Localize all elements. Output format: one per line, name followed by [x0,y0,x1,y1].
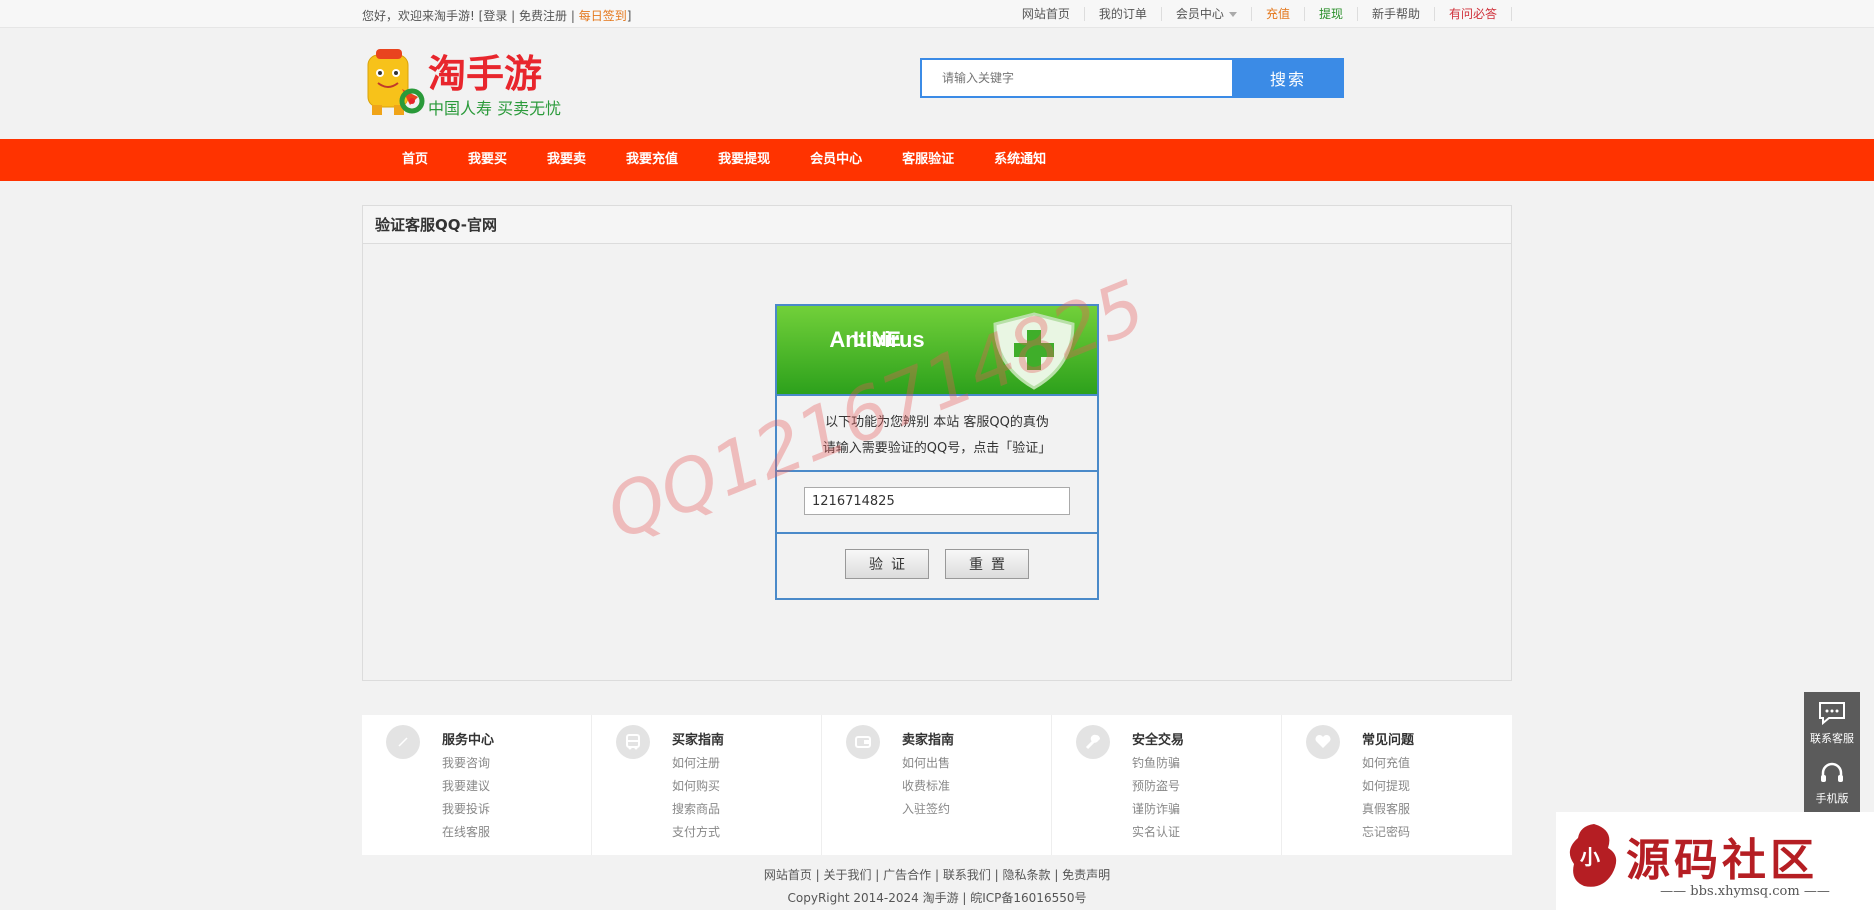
guide-column-service: 服务中心 我要咨询 我要建议 我要投诉 在线客服 [362,715,592,855]
guide-link[interactable]: 谨防诈骗 [1132,798,1180,821]
welcome-text: 您好，欢迎来淘手游! [登录 | 免费注册 | 每日签到] [362,9,632,23]
guide-link[interactable]: 我要投诉 [442,798,490,821]
welcome-message: 您好，欢迎来淘手游! [362,9,475,23]
search-input[interactable] [920,58,1232,98]
guide-link[interactable]: 收费标准 [902,775,950,798]
qq-input-row [777,472,1097,534]
nav-item-home[interactable]: 首页 [382,139,448,181]
banner-line2: Antivirus [829,327,925,352]
mobile-version-button[interactable]: 手机版 [1804,752,1860,812]
guide-title: 服务中心 [442,733,495,748]
top-link-home[interactable]: 网站首页 [1008,7,1085,21]
guide-title: 卖家指南 [902,733,955,748]
desc-line1: 以下功能为您辨别 本站 客服QQ的真伪 [825,415,1049,430]
guide-link[interactable]: 在线客服 [442,821,490,844]
mascot-icon [367,49,418,115]
top-link-orders[interactable]: 我的订单 [1085,7,1162,21]
seal-icon: 小 [1569,824,1617,887]
desc-line2: 请输入需要验证的QQ号，点击「验证」 [822,441,1052,456]
headset-icon [1821,762,1843,782]
nav-item-recharge[interactable]: 我要充值 [606,139,698,181]
wrench-icon [1076,725,1110,759]
guide-link[interactable]: 入驻签约 [902,798,950,821]
login-link[interactable]: 登录 [483,9,507,23]
contact-service-label: 联系客服 [1810,732,1854,745]
guide-link[interactable]: 如何购买 [672,775,720,798]
footer-guide: 服务中心 我要咨询 我要建议 我要投诉 在线客服 买家指南 如何注册 如何购买 … [362,715,1512,855]
guide-link[interactable]: 如何充值 [1362,752,1410,775]
nav-item-sell[interactable]: 我要卖 [527,139,606,181]
guide-link[interactable]: 忘记密码 [1362,821,1410,844]
top-link-help[interactable]: 新手帮助 [1358,7,1435,21]
contact-service-button[interactable]: 联系客服 [1804,692,1860,752]
guide-link[interactable]: 预防盗号 [1132,775,1180,798]
top-link-withdraw[interactable]: 提现 [1305,7,1358,21]
wallet-icon [846,725,880,759]
guide-link[interactable]: 实名认证 [1132,821,1180,844]
main-nav: 首页 我要买 我要卖 我要充值 我要提现 会员中心 客服验证 系统通知 [0,139,1874,181]
chevron-down-icon [1228,12,1237,17]
bus-icon [616,725,650,759]
compass-icon [386,725,420,759]
svg-text:小: 小 [1580,845,1600,869]
guide-link[interactable]: 如何注册 [672,752,720,775]
search-box: 搜索 [920,58,1344,98]
nav-item-notice[interactable]: 系统通知 [974,139,1066,181]
top-link-member-label: 会员中心 [1175,7,1224,21]
header: 淘手游 中国人寿 买卖无忧 搜索 [0,29,1874,139]
top-link-member[interactable]: 会员中心 [1162,7,1252,21]
top-nav: 网站首页 我的订单 会员中心 充值 提现 新手帮助 有问必答 [1008,0,1512,28]
verify-description: 以下功能为您辨别 本站 客服QQ的真伪 请输入需要验证的QQ号，点击「验证」 [777,396,1097,472]
guide-column-safety: 安全交易 钓鱼防骗 预防盗号 谨防诈骗 实名认证 [1052,715,1282,855]
logo-slogan: 中国人寿 买卖无忧 [428,99,561,118]
page-title: 验证客服QQ-官网 [363,206,1511,244]
nav-item-verify[interactable]: 客服验证 [882,139,974,181]
shield-icon [993,312,1075,390]
nav-item-member[interactable]: 会员中心 [790,139,882,181]
top-link-recharge[interactable]: 充值 [1252,7,1305,21]
checkin-link[interactable]: 每日签到 [579,9,627,23]
verify-button[interactable]: 验证 [845,549,929,579]
chat-icon [1819,702,1845,726]
top-bar: 您好，欢迎来淘手游! [登录 | 免费注册 | 每日签到] 网站首页 我的订单 … [0,0,1874,28]
guide-title: 买家指南 [672,733,725,748]
guide-link[interactable]: 钓鱼防骗 [1132,752,1180,775]
guide-column-seller: 卖家指南 如何出售 收费标准 入驻签约 [822,715,1052,855]
watermark-title: 源码社区 [1626,835,1818,886]
qq-verify-box: LINE Antivirus 以下功能为您辨别 本站 客服QQ的真伪 请输入需要… [775,304,1099,600]
watermark-url: —— bbs.xhymsq.com —— [1660,884,1830,899]
heart-icon [1306,725,1340,759]
side-toolbar: 联系客服 手机版 [1804,692,1860,812]
qq-input[interactable] [804,487,1070,515]
register-link[interactable]: 免费注册 [519,9,567,23]
guide-link[interactable]: 如何出售 [902,752,950,775]
guide-link[interactable]: 我要建议 [442,775,490,798]
logo-brand: 淘手游 [428,52,542,96]
mobile-version-label: 手机版 [1815,792,1849,805]
nav-item-withdraw[interactable]: 我要提现 [698,139,790,181]
guide-title: 安全交易 [1132,733,1185,748]
search-button[interactable]: 搜索 [1232,58,1344,98]
guide-link[interactable]: 我要咨询 [442,752,490,775]
top-link-faq[interactable]: 有问必答 [1435,7,1512,21]
guide-link[interactable]: 真假客服 [1362,798,1410,821]
guide-column-faq: 常见问题 如何充值 如何提现 真假客服 忘记密码 [1282,715,1512,855]
antivirus-banner: LINE Antivirus [777,306,1097,396]
source-community-watermark: 小 源码社区 —— bbs.xhymsq.com —— [1556,812,1874,910]
guide-column-buyer: 买家指南 如何注册 如何购买 搜索商品 支付方式 [592,715,822,855]
site-logo[interactable]: 淘手游 中国人寿 买卖无忧 [362,47,572,121]
guide-link[interactable]: 支付方式 [672,821,720,844]
guide-link[interactable]: 如何提现 [1362,775,1410,798]
nav-item-buy[interactable]: 我要买 [448,139,527,181]
guide-title: 常见问题 [1362,733,1415,748]
reset-button[interactable]: 重置 [945,549,1029,579]
guide-link[interactable]: 搜索商品 [672,798,720,821]
button-row: 验证 重置 [777,534,1097,596]
